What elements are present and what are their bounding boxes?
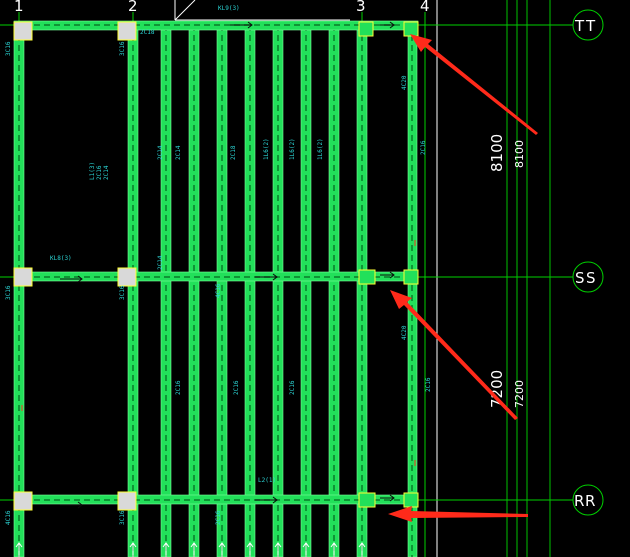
annotation-l2: L2(1)	[258, 477, 276, 484]
annotation-sb2: 2C14	[175, 145, 182, 160]
annotation-col2-a: 3C16	[119, 41, 126, 56]
dimension-8100: 8100	[488, 134, 506, 172]
annotation-mid-a: 2C14	[157, 255, 164, 270]
column-R3[interactable]	[358, 492, 376, 508]
column-T3[interactable]	[358, 21, 374, 37]
annotation-mid-b: 4C16	[215, 283, 222, 298]
annotation-col1-a: 3C16	[5, 41, 12, 56]
callout-arrow-top-icon	[410, 34, 538, 135]
column-T4[interactable]	[403, 21, 419, 37]
axis-label-R-shadow: R	[585, 492, 595, 510]
column-R4[interactable]	[403, 492, 419, 508]
axis-label-T-shadow: T	[585, 17, 596, 35]
column-S4[interactable]	[403, 269, 419, 285]
annotation-mid-e: 2C16	[289, 380, 296, 395]
axis-label-S-shadow: S	[586, 269, 596, 287]
annotation-col1-b: 3C16	[5, 285, 12, 300]
dimension-7200: 7200	[488, 370, 506, 408]
annotation-mid-d: 2C16	[233, 380, 240, 395]
annotation-sb4: 1L6(2)	[263, 138, 270, 160]
axis-label-R: R	[574, 492, 584, 510]
column-S3[interactable]	[358, 269, 376, 285]
column-S1[interactable]	[13, 267, 33, 287]
annotation-sb1: 2C14	[157, 145, 164, 160]
axis-label-T: T	[574, 17, 585, 35]
annotation-top-left: 2C18	[140, 29, 155, 36]
annotation-kl9: KL9(3)	[218, 5, 240, 12]
column-T1[interactable]	[13, 21, 33, 41]
annotation-col4-b: 2C16	[420, 140, 427, 155]
secondary-beams	[160, 24, 340, 557]
annotation-col2-b: 3C16	[119, 285, 126, 300]
annotation-col2-c: 3C16	[119, 510, 126, 525]
axis-label-2: 2	[128, 0, 138, 15]
annotation-block-b: 2C16	[96, 165, 103, 180]
annotation-col4-c: 4C20	[401, 325, 408, 340]
annotation-block-a: L1(3)	[89, 162, 96, 180]
annotation-kl8: KL8(3)	[50, 255, 72, 262]
annotation-bot-a: 2C16	[215, 510, 222, 525]
annotation-col4-a: 4C20	[401, 75, 408, 90]
dimension-7200-secondary: 7200	[513, 380, 526, 408]
column-R1[interactable]	[13, 491, 33, 511]
dimension-8100-secondary: 8100	[513, 140, 526, 168]
annotation-sb6: 1L6(2)	[317, 138, 324, 160]
axis-label-S: S	[575, 269, 585, 287]
column-S2[interactable]	[117, 267, 137, 287]
axis-label-3: 3	[356, 0, 366, 15]
column-R2[interactable]	[117, 491, 137, 511]
annotation-mid-c: 2C16	[175, 380, 182, 395]
annotation-block-c: 2C14	[103, 165, 110, 180]
column-T2[interactable]	[117, 21, 137, 41]
annotation-col4-d: 2C16	[425, 377, 432, 392]
axis-label-4: 4	[420, 0, 430, 15]
axis-label-1: 1	[14, 0, 24, 15]
annotation-col1-c: 4C16	[5, 510, 12, 525]
annotation-sb5: 1L6(2)	[289, 138, 296, 160]
frame-top-diagonal	[174, 0, 196, 21]
cad-drawing-canvas[interactable]: KL9(3) 2C18 3C16 3C16 L1(3) 2C16 2C14 2C…	[0, 0, 630, 557]
annotation-sb3: 2C18	[230, 145, 237, 160]
